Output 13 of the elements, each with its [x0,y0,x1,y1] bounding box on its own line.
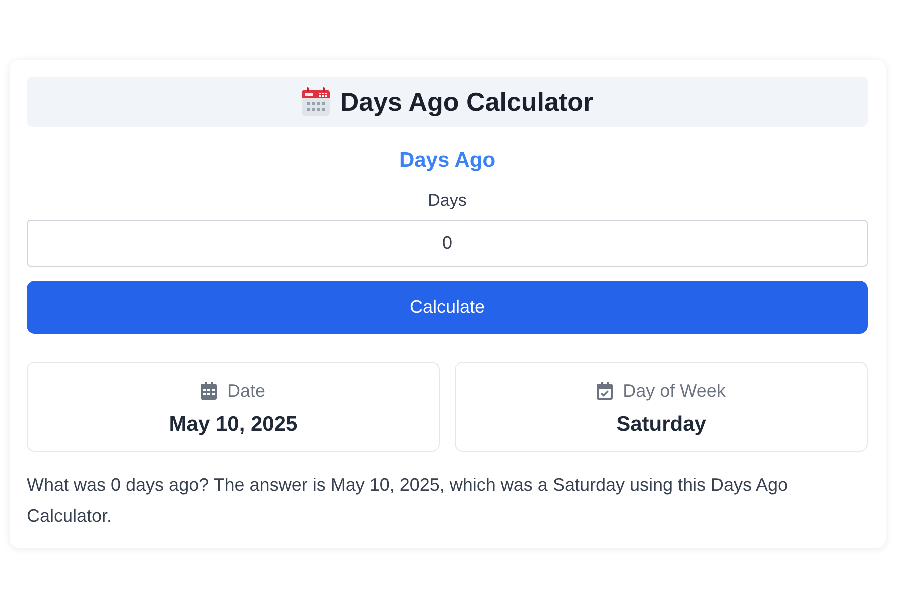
calendar-check-icon [597,382,614,400]
page-title: Days Ago Calculator [340,87,594,117]
calendar-icon [301,87,332,117]
result-value: Saturday [616,412,706,437]
calendar-icon [201,382,218,400]
summary-text: What was 0 days ago? The answer is May 10, 2025, which was a Saturday using this Days Ago Calculator. [27,474,790,528]
calculate-button[interactable]: Calculate [27,281,868,334]
days-input[interactable]: 0 [27,220,868,267]
result-label: Day of Week [623,380,726,402]
section-title: Days Ago [399,148,496,173]
days-label: Days [428,191,467,211]
result-value: May 10, 2025 [169,412,298,437]
result-label: Date [227,380,266,402]
